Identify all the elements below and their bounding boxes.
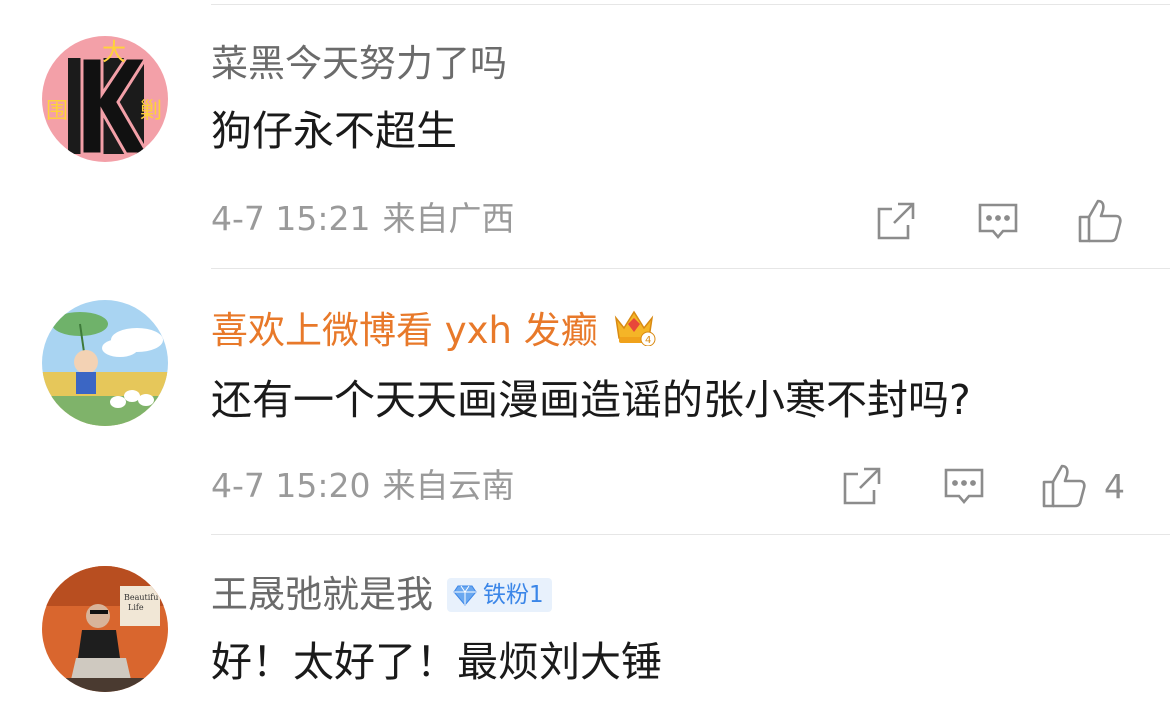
avatar-text: Life	[128, 603, 144, 612]
username-text[interactable]: 菜黑今天努力了吗	[211, 42, 507, 86]
forward-icon	[843, 467, 881, 505]
comment-location: 来自广西	[382, 199, 515, 238]
like-count: 4	[1104, 466, 1125, 506]
username-text[interactable]: 王晟弛就是我	[211, 573, 433, 617]
comment-actions: 4	[840, 462, 1125, 510]
comment-divider	[211, 268, 1170, 269]
comment-text: 好！太好了！最烦刘大锤	[211, 638, 662, 686]
forward-button[interactable]	[874, 199, 918, 243]
comment-time: 4-7 15:21	[211, 199, 371, 238]
forward-button[interactable]	[840, 464, 884, 508]
fan-badge: 铁粉1	[447, 578, 552, 612]
comment-divider	[211, 534, 1170, 535]
avatar[interactable]	[42, 300, 168, 426]
comment-actions	[874, 197, 1140, 245]
comment-text: 还有一个天天画漫画造谣的张小寒不封吗?	[211, 376, 971, 424]
top-divider	[211, 4, 1170, 5]
avatar[interactable]: Beautifu Life	[42, 566, 168, 692]
comment-meta: 4-7 15:21 来自广西	[211, 199, 515, 239]
comment-text: 狗仔永不超生	[211, 107, 457, 155]
like-icon	[1042, 464, 1086, 508]
fan-badge-label: 铁粉1	[483, 582, 544, 608]
avatar-text: Beautifu	[124, 593, 158, 602]
comment-icon	[944, 468, 984, 505]
avatar[interactable]: 大 围 剿	[42, 36, 168, 162]
username-text[interactable]: 喜欢上微博看 yxh 发癫	[211, 309, 598, 353]
like-button[interactable]	[1076, 197, 1140, 245]
username[interactable]: 菜黑今天努力了吗	[211, 42, 507, 86]
comment-time: 4-7 15:20	[211, 466, 371, 505]
avatar-glyph: 大	[102, 38, 126, 66]
comment-location: 来自云南	[382, 466, 515, 505]
avatar-glyph: 围	[46, 99, 68, 124]
crown-level: 4	[645, 335, 651, 346]
like-button[interactable]: 4	[1040, 462, 1125, 510]
crown-badge-icon: 4	[612, 306, 656, 356]
comment-button[interactable]	[942, 464, 986, 508]
diamond-icon	[453, 585, 477, 606]
comment-icon	[978, 203, 1018, 240]
username[interactable]: 王晟弛就是我 铁粉1	[211, 573, 552, 617]
comment-button[interactable]	[976, 199, 1020, 243]
avatar-glyph: 剿	[140, 99, 162, 124]
forward-icon	[877, 202, 915, 240]
username[interactable]: 喜欢上微博看 yxh 发癫 4	[211, 306, 656, 356]
comment-meta: 4-7 15:20 来自云南	[211, 466, 515, 506]
like-icon	[1078, 199, 1122, 243]
